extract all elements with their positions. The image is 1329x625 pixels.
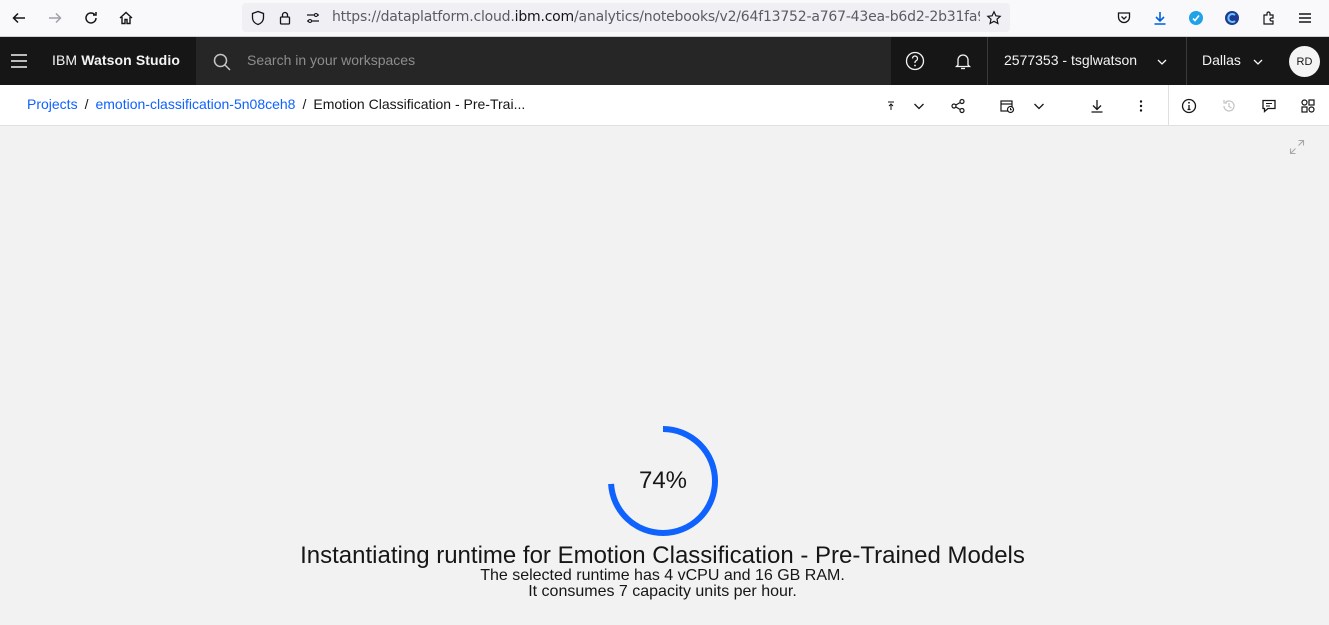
region-label: Dallas	[1202, 52, 1241, 68]
back-icon[interactable]	[8, 7, 30, 29]
pocket-icon[interactable]	[1113, 7, 1135, 29]
help-icon[interactable]	[891, 37, 939, 85]
version-history-icon[interactable]	[1216, 93, 1242, 119]
browser-toolbar: https://dataplatform.cloud.ibm.com/analy…	[0, 0, 1329, 37]
notification-icon[interactable]	[939, 37, 987, 85]
code-snippets-icon[interactable]	[1295, 93, 1321, 119]
chevron-down-icon	[1156, 55, 1168, 73]
search-input[interactable]: Search in your workspaces	[196, 37, 891, 85]
capacity-info: It consumes 7 capacity units per hour.	[528, 583, 797, 600]
account-label: 2577353 - tsglwatson	[1004, 52, 1138, 68]
search-placeholder: Search in your workspaces	[247, 52, 416, 68]
region-switcher[interactable]: Dallas	[1186, 37, 1282, 85]
home-icon[interactable]	[115, 7, 137, 29]
account-switcher[interactable]: 2577353 - tsglwatson	[987, 37, 1186, 85]
brand-name[interactable]: IBM Watson Studio	[52, 52, 180, 68]
app-header: IBM Watson Studio Search in your workspa…	[0, 37, 1329, 85]
breadcrumb-project[interactable]: emotion-classification-5n08ceh8	[95, 96, 295, 112]
url-bar[interactable]: https://dataplatform.cloud.ibm.com/analy…	[242, 3, 1010, 32]
shield-icon[interactable]	[247, 7, 269, 29]
reload-icon[interactable]	[80, 7, 102, 29]
chevron-down-icon[interactable]	[906, 93, 932, 119]
download-icon[interactable]	[1084, 93, 1110, 119]
chevron-down-icon[interactable]	[1026, 93, 1052, 119]
chevron-down-icon	[1252, 55, 1264, 73]
breadcrumb: Projects / emotion-classification-5n08ceh8…	[27, 96, 525, 112]
share-icon[interactable]	[945, 93, 971, 119]
extensions-puzzle-icon[interactable]	[1258, 7, 1280, 29]
bookmark-star-icon[interactable]	[983, 7, 1005, 29]
toolbar-divider	[1168, 85, 1169, 126]
browser-menu-icon[interactable]	[1294, 7, 1316, 29]
hamburger-menu-icon[interactable]	[0, 37, 38, 85]
downloads-icon[interactable]	[1149, 7, 1171, 29]
url-text[interactable]: https://dataplatform.cloud.ibm.com/analy…	[332, 9, 980, 25]
extension-blue-icon[interactable]	[1185, 7, 1207, 29]
progress-percent: 74%	[638, 467, 688, 494]
information-icon[interactable]	[1176, 93, 1202, 119]
notebook-toolbar: Projects / emotion-classification-5n08ceh8…	[0, 85, 1329, 126]
notebook-canvas: 74% Instantiating runtime for Emotion Cl…	[0, 126, 1329, 625]
schedule-job-icon[interactable]	[994, 93, 1020, 119]
loading-title: Instantiating runtime for Emotion Classi…	[300, 542, 1025, 569]
avatar[interactable]: RD	[1289, 46, 1320, 77]
search-icon	[212, 52, 232, 72]
comments-icon[interactable]	[1256, 93, 1282, 119]
permissions-icon[interactable]	[302, 7, 324, 29]
breadcrumb-projects[interactable]: Projects	[27, 96, 78, 112]
lock-icon[interactable]	[274, 7, 296, 29]
expand-icon[interactable]	[1288, 138, 1306, 156]
breadcrumb-separator: /	[302, 96, 307, 112]
collapse-header-icon[interactable]	[878, 93, 904, 119]
overflow-menu-icon[interactable]	[1128, 93, 1154, 119]
breadcrumb-current: Emotion Classification - Pre-Trai...	[313, 96, 526, 112]
forward-icon[interactable]	[44, 7, 66, 29]
breadcrumb-separator: /	[84, 96, 89, 112]
extension-dark-icon[interactable]	[1221, 7, 1243, 29]
